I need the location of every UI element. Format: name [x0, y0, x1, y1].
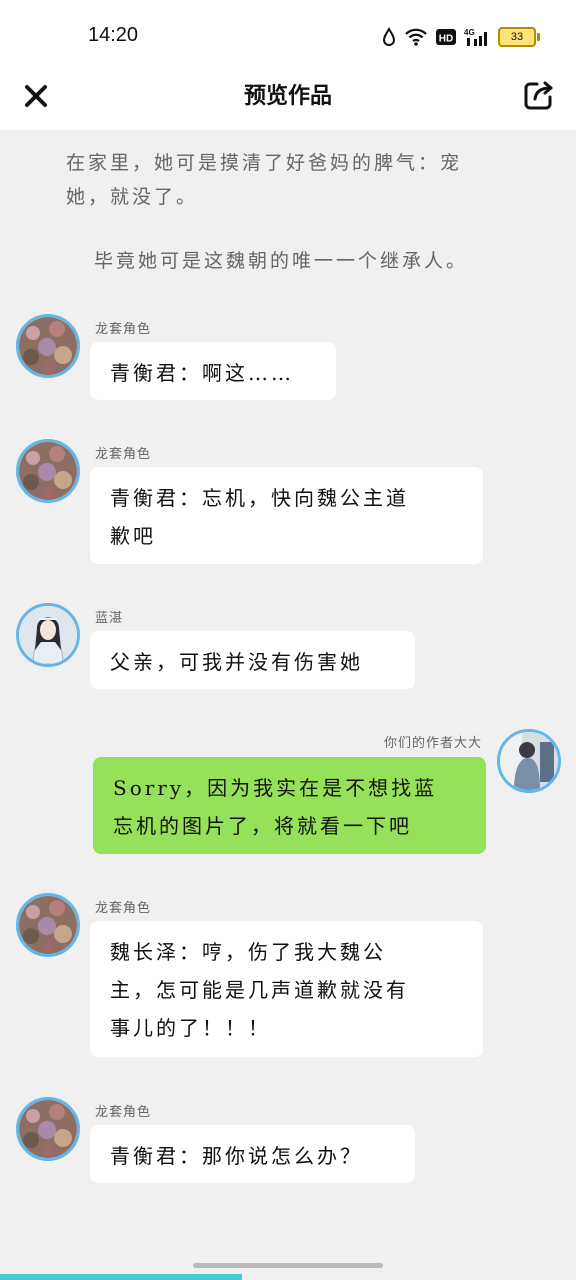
avatar[interactable]	[497, 729, 561, 793]
message-text: 忘机的图片了，将就看一下吧	[113, 814, 412, 838]
battery-level: 33	[510, 31, 524, 43]
battery-icon: 33	[498, 27, 540, 47]
avatar[interactable]	[16, 439, 80, 503]
message-text: 事儿的了！！！	[110, 1016, 271, 1040]
message-text: 青衡君：啊这……	[110, 361, 294, 385]
avatar[interactable]	[16, 314, 80, 378]
reading-progress-bar	[0, 1274, 242, 1280]
message-text: 主，怎可能是几声道歉就没有	[110, 978, 409, 1002]
message-text: 青衡君：那你说怎么办？	[110, 1144, 363, 1168]
narration-line: 她，就没了。	[66, 186, 199, 208]
sender-name: 龙套角色	[95, 322, 152, 337]
message-text: 父亲，可我并没有伤害她	[110, 650, 363, 674]
sender-name: 蓝湛	[95, 611, 124, 626]
status-bar: 14:20 HD 4G 33	[0, 0, 576, 70]
message-bubble[interactable]: 青衡君：啊这……	[90, 342, 336, 400]
message-text: 青衡君：忘机，快向魏公主道	[110, 486, 409, 510]
drop-icon	[382, 27, 396, 46]
message-bubble[interactable]: 青衡君：那你说怎么办？	[90, 1125, 415, 1183]
sender-name: 龙套角色	[95, 901, 152, 916]
svg-text:HD: HD	[439, 34, 453, 45]
message-text: 魏长泽：哼，伤了我大魏公	[110, 940, 386, 964]
message-text: 歉吧	[110, 524, 156, 548]
header: 预览作品	[0, 70, 576, 130]
hd-icon: HD	[436, 29, 456, 45]
share-icon	[524, 81, 553, 110]
page-title: 预览作品	[243, 83, 332, 109]
sender-name: 龙套角色	[95, 447, 152, 462]
narration-line: 在家里，她可是摸清了好爸妈的脾气：宠	[66, 152, 463, 174]
message-text: Sorry，因为我实在是不想找蓝	[113, 776, 438, 800]
wifi-icon	[405, 28, 427, 46]
share-button[interactable]	[520, 76, 558, 114]
sender-name: 龙套角色	[95, 1105, 152, 1120]
message-bubble[interactable]: Sorry，因为我实在是不想找蓝 忘机的图片了，将就看一下吧	[93, 757, 486, 854]
avatar[interactable]	[16, 603, 80, 667]
sender-name: 你们的作者大大	[383, 736, 482, 751]
status-time: 14:20	[88, 24, 139, 46]
status-icons: HD 4G 33	[382, 24, 540, 50]
signal-icon: 4G	[464, 28, 487, 46]
avatar[interactable]	[16, 1097, 80, 1161]
message-bubble[interactable]: 青衡君：忘机，快向魏公主道 歉吧	[90, 467, 483, 564]
message-bubble[interactable]: 父亲，可我并没有伤害她	[90, 631, 415, 689]
message-bubble[interactable]: 魏长泽：哼，伤了我大魏公 主，怎可能是几声道歉就没有 事儿的了！！！	[90, 921, 483, 1057]
home-indicator[interactable]	[193, 1263, 383, 1268]
narration-line: 毕竟她可是这魏朝的唯一一个继承人。	[94, 250, 469, 272]
avatar[interactable]	[16, 893, 80, 957]
svg-text:4G: 4G	[464, 28, 475, 37]
